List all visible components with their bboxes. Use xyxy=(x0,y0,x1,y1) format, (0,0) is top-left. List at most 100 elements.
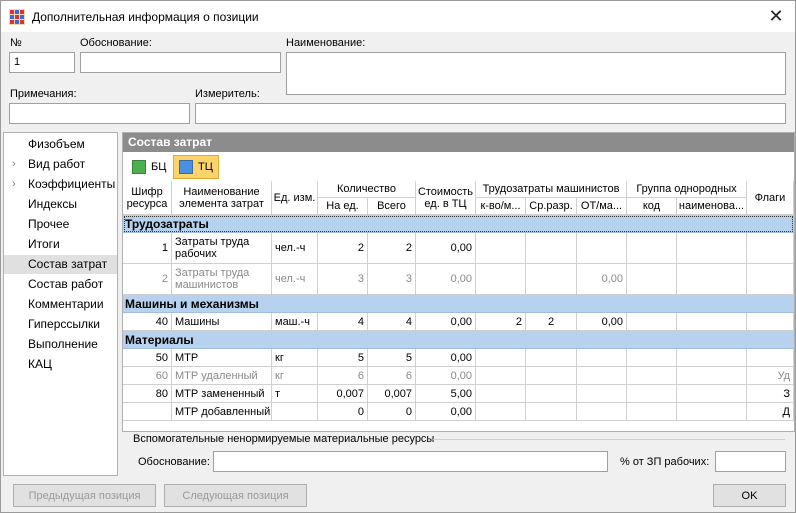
col-header-group-name[interactable]: наименова... xyxy=(677,198,747,215)
cell-name[interactable]: МТР xyxy=(172,349,272,367)
cell-unit[interactable]: чел.-ч xyxy=(272,264,318,295)
cell-ml-grade[interactable]: 2 xyxy=(526,313,577,331)
cell-ml-grade[interactable] xyxy=(526,385,577,403)
cell-group-name[interactable] xyxy=(677,367,747,385)
cell-group-code[interactable] xyxy=(627,367,677,385)
number-field[interactable]: 1 xyxy=(9,52,75,73)
cell-cost[interactable]: 0,00 xyxy=(416,233,476,264)
justification-field[interactable] xyxy=(80,52,281,73)
cell-qty-per-unit[interactable]: 5 xyxy=(318,349,368,367)
sidebar-item-indexes[interactable]: Индексы xyxy=(4,195,117,214)
cell-cost[interactable]: 0,00 xyxy=(416,367,476,385)
cell-qty-total[interactable]: 2 xyxy=(368,233,416,264)
cell-qty-total[interactable]: 5 xyxy=(368,349,416,367)
cell-flags[interactable]: Уд xyxy=(747,367,794,385)
col-header-ml-grade[interactable]: Ср.разр. xyxy=(526,198,577,215)
cell-ml-ot[interactable] xyxy=(577,385,627,403)
cell-ml-qty[interactable] xyxy=(476,233,526,264)
cell-group-code[interactable] xyxy=(627,349,677,367)
cell-ml-qty[interactable]: 2 xyxy=(476,313,526,331)
cell-group-code[interactable] xyxy=(627,403,677,421)
sidebar-item-physical-volume[interactable]: Физобъем xyxy=(4,135,117,154)
group-row[interactable]: Материалы xyxy=(123,331,794,349)
cell-cost[interactable]: 0,00 xyxy=(416,264,476,295)
col-header-flags[interactable]: Флаги xyxy=(747,181,794,215)
cell-group-code[interactable] xyxy=(627,385,677,403)
cell-name[interactable]: МТР удаленный xyxy=(172,367,272,385)
cell-qty-total[interactable]: 3 xyxy=(368,264,416,295)
sidebar-item-kac[interactable]: КАЦ xyxy=(4,355,117,374)
cell-cost[interactable]: 0,00 xyxy=(416,349,476,367)
cell-unit[interactable]: чел.-ч xyxy=(272,233,318,264)
bc-toggle-button[interactable]: БЦ xyxy=(126,155,172,179)
cell-qty-total[interactable]: 4 xyxy=(368,313,416,331)
group-row[interactable]: Трудозатраты xyxy=(123,215,794,233)
sidebar-item-cost-composition[interactable]: Состав затрат xyxy=(4,255,117,274)
cell-ml-ot[interactable]: 0,00 xyxy=(577,313,627,331)
close-icon[interactable]: ✕ xyxy=(761,3,791,29)
cell-flags[interactable] xyxy=(747,349,794,367)
cell-qty-total[interactable]: 0,007 xyxy=(368,385,416,403)
chevron-right-icon[interactable]: › xyxy=(12,155,16,174)
col-header-code[interactable]: Шифр ресурса xyxy=(123,181,172,215)
cell-code[interactable]: 1 xyxy=(123,233,172,264)
cell-group-code[interactable] xyxy=(627,313,677,331)
cell-qty-per-unit[interactable]: 6 xyxy=(318,367,368,385)
cell-qty-per-unit[interactable]: 4 xyxy=(318,313,368,331)
cell-code[interactable]: 40 xyxy=(123,313,172,331)
cell-flags[interactable] xyxy=(747,264,794,295)
cell-cost[interactable]: 0,00 xyxy=(416,403,476,421)
cell-qty-per-unit[interactable]: 3 xyxy=(318,264,368,295)
col-header-qty-total[interactable]: Всего xyxy=(368,198,416,215)
sidebar-item-work-composition[interactable]: Состав работ xyxy=(4,275,117,294)
cell-name[interactable]: Затраты труда машинистов xyxy=(172,264,272,295)
cell-flags[interactable]: Д xyxy=(747,403,794,421)
cell-ml-qty[interactable] xyxy=(476,264,526,295)
sidebar-item-totals[interactable]: Итоги xyxy=(4,235,117,254)
unit-field[interactable] xyxy=(195,103,786,124)
cell-ml-qty[interactable] xyxy=(476,349,526,367)
sidebar-item-comments[interactable]: Комментарии xyxy=(4,295,117,314)
cell-qty-per-unit[interactable]: 2 xyxy=(318,233,368,264)
ok-button[interactable]: OK xyxy=(713,484,786,507)
col-header-group-code[interactable]: код xyxy=(627,198,677,215)
cell-code[interactable]: 50 xyxy=(123,349,172,367)
cell-ml-grade[interactable] xyxy=(526,349,577,367)
col-header-ml-qty[interactable]: к-во/м... xyxy=(476,198,526,215)
cell-code[interactable] xyxy=(123,403,172,421)
prev-position-button[interactable]: Предыдущая позиция xyxy=(13,484,156,507)
cell-group-name[interactable] xyxy=(677,349,747,367)
cell-unit[interactable] xyxy=(272,403,318,421)
cell-code[interactable]: 80 xyxy=(123,385,172,403)
col-header-cost[interactable]: Стоимость ед. в ТЦ xyxy=(416,181,476,215)
cell-flags[interactable] xyxy=(747,233,794,264)
cell-qty-total[interactable]: 6 xyxy=(368,367,416,385)
cell-name[interactable]: МТР добавленный xyxy=(172,403,272,421)
name-field[interactable] xyxy=(286,52,786,95)
cell-group-name[interactable] xyxy=(677,264,747,295)
sidebar-item-work-type[interactable]: › Вид работ xyxy=(4,155,117,174)
cell-unit[interactable]: кг xyxy=(272,349,318,367)
cell-ml-ot[interactable] xyxy=(577,403,627,421)
cell-group-code[interactable] xyxy=(627,264,677,295)
sidebar-item-coefficients[interactable]: › Коэффициенты xyxy=(4,175,117,194)
cell-ml-grade[interactable] xyxy=(526,264,577,295)
col-header-ml-ot[interactable]: ОТ/ма... xyxy=(577,198,627,215)
cell-ml-grade[interactable] xyxy=(526,367,577,385)
cell-ml-ot[interactable] xyxy=(577,367,627,385)
next-position-button[interactable]: Следующая позиция xyxy=(164,484,307,507)
cell-flags[interactable]: З xyxy=(747,385,794,403)
cell-ml-ot[interactable] xyxy=(577,349,627,367)
cell-ml-qty[interactable] xyxy=(476,385,526,403)
sidebar-item-execution[interactable]: Выполнение xyxy=(4,335,117,354)
sidebar-item-hyperlinks[interactable]: Гиперссылки xyxy=(4,315,117,334)
cell-qty-per-unit[interactable]: 0 xyxy=(318,403,368,421)
cell-name[interactable]: Машины xyxy=(172,313,272,331)
cell-ml-ot[interactable] xyxy=(577,233,627,264)
cell-ml-qty[interactable] xyxy=(476,403,526,421)
col-header-unit[interactable]: Ед. изм. xyxy=(272,181,318,215)
cell-ml-grade[interactable] xyxy=(526,403,577,421)
cell-cost[interactable]: 0,00 xyxy=(416,313,476,331)
cell-group-name[interactable] xyxy=(677,313,747,331)
cell-unit[interactable]: кг xyxy=(272,367,318,385)
